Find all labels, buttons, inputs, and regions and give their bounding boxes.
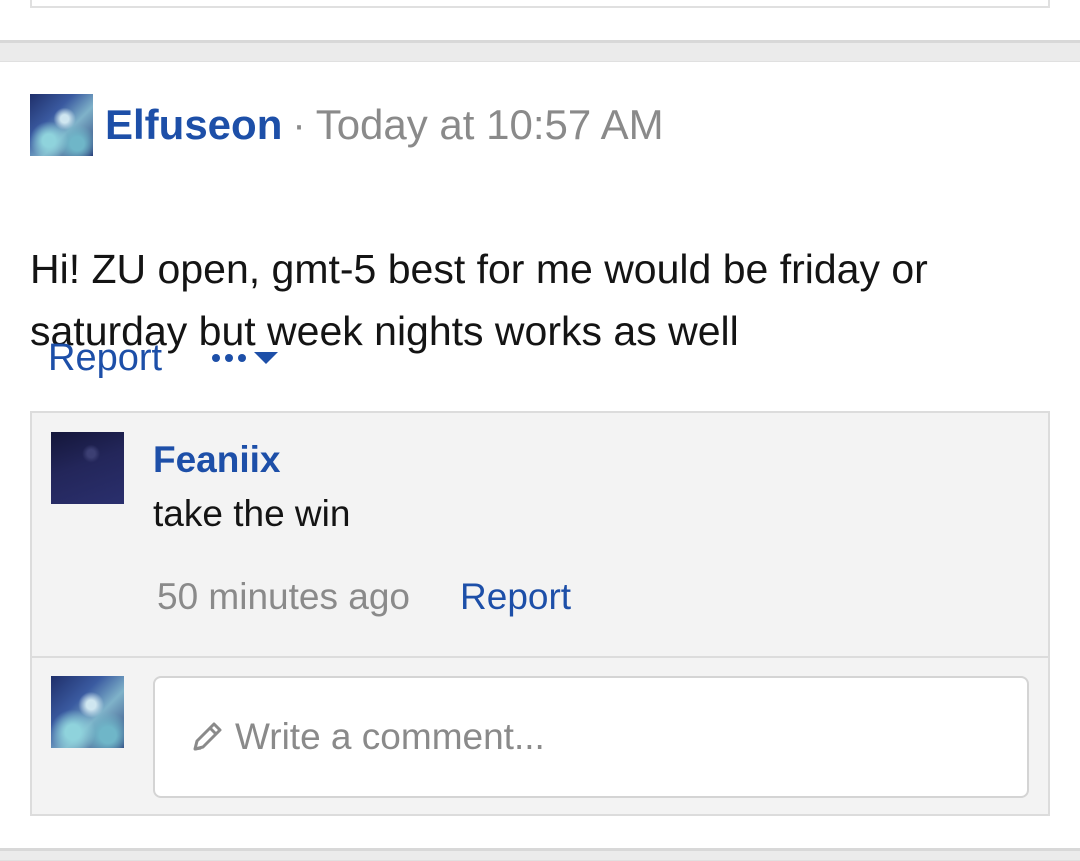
- post-timestamp[interactable]: Today at 10:57 AM: [316, 101, 664, 149]
- reply-row: Write a comment...: [32, 658, 1048, 814]
- current-user-avatar: [51, 676, 124, 748]
- pencil-icon: [193, 722, 222, 751]
- post-header: Elfuseon · Today at 10:57 AM: [30, 94, 664, 156]
- comments-section: Feaniix take the win 50 minutes ago Repo…: [30, 411, 1050, 816]
- post-separator: [0, 40, 1080, 62]
- comment-author-name[interactable]: Feaniix: [153, 439, 281, 481]
- post-body-line: Hi! ZU open, gmt-5 best for me would be …: [30, 246, 928, 292]
- author-avatar[interactable]: [30, 94, 93, 156]
- comment-author-avatar[interactable]: [51, 432, 124, 504]
- caret-down-icon: [254, 352, 279, 364]
- write-comment-input[interactable]: Write a comment...: [153, 676, 1029, 798]
- post: Elfuseon · Today at 10:57 AM Hi! ZU open…: [0, 62, 1080, 848]
- ellipsis-icon: [212, 354, 247, 362]
- meta-separator: ·: [292, 102, 306, 147]
- post-actions: Report: [48, 332, 279, 384]
- thread-page: Elfuseon · Today at 10:57 AM Hi! ZU open…: [0, 0, 1080, 861]
- comment-placeholder: Write a comment...: [235, 716, 545, 757]
- comment-timestamp: 50 minutes ago: [157, 576, 411, 617]
- comment-meta: 50 minutes ago Report: [157, 576, 571, 618]
- more-actions-menu[interactable]: [212, 352, 279, 364]
- author-name[interactable]: Elfuseon: [105, 101, 282, 149]
- previous-post-bottom: [30, 0, 1050, 8]
- report-link[interactable]: Report: [48, 337, 162, 380]
- comment: Feaniix take the win 50 minutes ago Repo…: [32, 413, 1048, 656]
- post-separator-bottom: [0, 848, 1080, 861]
- comment-report-link[interactable]: Report: [460, 576, 571, 618]
- comment-text: take the win: [153, 493, 351, 534]
